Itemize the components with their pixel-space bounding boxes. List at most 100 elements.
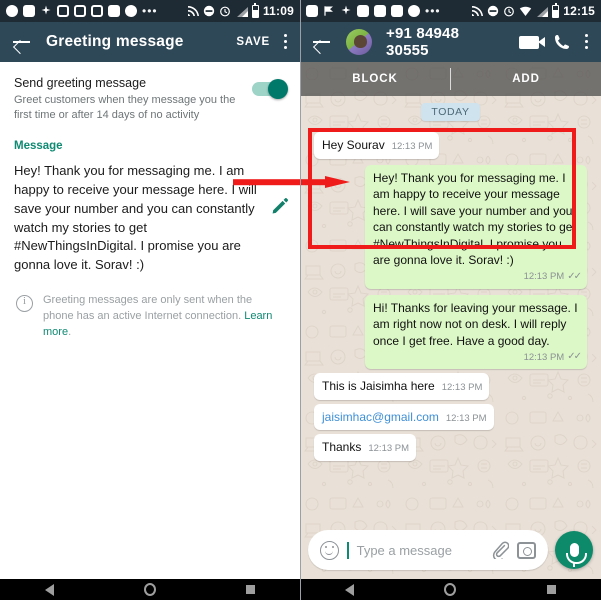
- send-greeting-message-setting-row[interactable]: Send greeting message Greet customers wh…: [0, 62, 300, 134]
- setting-text: Send greeting message Greet customers wh…: [14, 76, 242, 122]
- wifi-icon: [519, 5, 532, 17]
- attach-clip-icon[interactable]: [491, 541, 510, 562]
- message-text: This is Jaisimha here: [322, 379, 435, 394]
- greeting-message-text: Hey! Thank you for messaging me. I am ha…: [14, 163, 257, 273]
- battery-icon: [552, 2, 560, 18]
- overflow-menu-icon[interactable]: [585, 33, 589, 51]
- chat-bubble-incoming[interactable]: Thanks 12:13 PM: [314, 434, 417, 461]
- read-receipt-icon: ✓✓: [567, 351, 582, 363]
- phone-call-icon[interactable]: [553, 33, 571, 51]
- signal-icon: [535, 5, 549, 17]
- linkedin-icon: [391, 5, 403, 17]
- message-row-incoming: This is Jaisimha here 12:13 PM: [314, 373, 593, 400]
- flag-icon: [323, 5, 335, 17]
- voice-message-button[interactable]: [555, 531, 593, 569]
- message-text-email-link[interactable]: jaisimhac@gmail.com: [322, 410, 439, 424]
- instagram-icon: [91, 5, 103, 17]
- message-time: 12:13 PM: [441, 382, 483, 394]
- dual-screenshot: ••• 11:09 Greeting message SAVE Send gre…: [0, 0, 601, 600]
- annotation-highlight-box: [308, 128, 576, 249]
- cast-icon: [471, 5, 484, 17]
- nav-back-icon[interactable]: [345, 583, 355, 596]
- message-text: Thanks: [322, 440, 362, 455]
- left-system-icons: 11:09: [187, 2, 294, 18]
- dnd-icon: [203, 5, 215, 17]
- instagram-icon: [57, 5, 69, 17]
- block-button[interactable]: BLOCK: [300, 73, 450, 85]
- left-app-bar: Greeting message SAVE: [0, 22, 300, 62]
- right-app-bar: +91 84948 30555: [300, 22, 601, 62]
- facebook-icon: [23, 5, 35, 17]
- right-system-icons: 12:15: [471, 2, 595, 18]
- chat-bubble-incoming[interactable]: jaisimhac@gmail.com 12:13 PM: [314, 403, 494, 431]
- news-icon: [306, 5, 318, 17]
- add-button[interactable]: ADD: [451, 73, 601, 85]
- left-clock: 11:09: [262, 4, 294, 18]
- annotation-arrow-icon: [233, 176, 350, 188]
- message-text: Hi! Thanks for leaving your message. I a…: [373, 300, 578, 348]
- right-status-bar: ••• 12:15: [300, 0, 601, 22]
- back-arrow-icon[interactable]: [312, 32, 332, 52]
- signal-icon: [235, 5, 248, 17]
- more-notifications-icon: •••: [142, 4, 158, 18]
- chat-bubble-incoming[interactable]: This is Jaisimha here 12:13 PM: [314, 373, 490, 400]
- camera-icon[interactable]: [517, 541, 536, 559]
- dnd-icon: [487, 5, 499, 17]
- left-notification-icons: •••: [6, 5, 187, 17]
- setting-title: Send greeting message: [14, 76, 147, 90]
- avatar[interactable]: [346, 29, 372, 55]
- left-status-bar: ••• 11:09: [0, 0, 300, 22]
- message-footer: 12:13 PM ✓✓: [373, 270, 582, 284]
- right-pane-whatsapp-chat: ••• 12:15 +91 84948 30555 BLOCK ADD TODA…: [300, 0, 601, 600]
- alarm-icon: [219, 5, 231, 17]
- message-time: 12:13 PM: [445, 412, 487, 424]
- linkedin-icon: [357, 5, 369, 17]
- linkedin-icon: [108, 5, 120, 17]
- message-time: 12:13 PM: [523, 271, 565, 283]
- right-clock: 12:15: [563, 4, 595, 18]
- video-call-icon[interactable]: [519, 35, 545, 49]
- unknown-contact-action-bar: BLOCK ADD: [300, 62, 601, 96]
- message-row-incoming: Thanks 12:13 PM: [314, 434, 593, 461]
- emoji-icon[interactable]: [320, 540, 339, 560]
- message-section-label: Message: [14, 140, 63, 153]
- message-input-pill[interactable]: Type a message: [308, 530, 548, 570]
- nav-home-icon[interactable]: [444, 583, 457, 596]
- note-period: .: [68, 325, 72, 338]
- nav-recents-icon[interactable]: [546, 585, 556, 594]
- toggle-knob: [268, 79, 288, 99]
- overflow-menu-icon[interactable]: [284, 33, 288, 51]
- instagram-icon: [74, 5, 86, 17]
- message-input-placeholder[interactable]: Type a message: [357, 543, 483, 558]
- read-receipt-icon: ✓✓: [567, 270, 582, 282]
- nav-home-icon[interactable]: [144, 583, 156, 596]
- day-divider-label: TODAY: [421, 103, 480, 121]
- record-icon: [408, 5, 420, 17]
- edit-pencil-icon[interactable]: [270, 196, 290, 216]
- send-greeting-message-toggle[interactable]: [252, 79, 288, 99]
- nav-back-icon[interactable]: [45, 583, 54, 596]
- message-row-incoming: jaisimhac@gmail.com 12:13 PM: [314, 403, 593, 431]
- right-notification-icons: •••: [306, 5, 471, 17]
- greeting-message-body: Hey! Thank you for messaging me. I am ha…: [0, 152, 300, 275]
- back-arrow-icon[interactable]: [12, 32, 32, 52]
- info-icon: [16, 295, 33, 313]
- chat-bubble-outgoing[interactable]: Hi! Thanks for leaving your message. I a…: [365, 294, 587, 370]
- greeting-note: Greeting messages are only sent when the…: [0, 275, 300, 341]
- note-body: Greeting messages are only sent when the…: [43, 294, 253, 323]
- note-text: Greeting messages are only sent when the…: [43, 293, 284, 341]
- nav-recents-icon[interactable]: [246, 585, 255, 594]
- message-row-outgoing: Hi! Thanks for leaving your message. I a…: [308, 294, 587, 370]
- contact-phone-number[interactable]: +91 84948 30555: [386, 25, 505, 59]
- right-navigation-bar: [300, 579, 601, 600]
- page-title: Greeting message: [46, 33, 184, 50]
- more-notifications-icon: •••: [425, 4, 441, 18]
- text-caret: [347, 541, 349, 559]
- setting-subtitle: Greet customers when they message you th…: [14, 94, 236, 121]
- message-time: 12:13 PM: [523, 351, 565, 363]
- slack-icon: [40, 5, 52, 17]
- save-button[interactable]: SAVE: [236, 36, 270, 48]
- pane-divider: [300, 0, 301, 600]
- alarm-icon: [503, 5, 515, 17]
- goodreads-icon: [374, 5, 386, 17]
